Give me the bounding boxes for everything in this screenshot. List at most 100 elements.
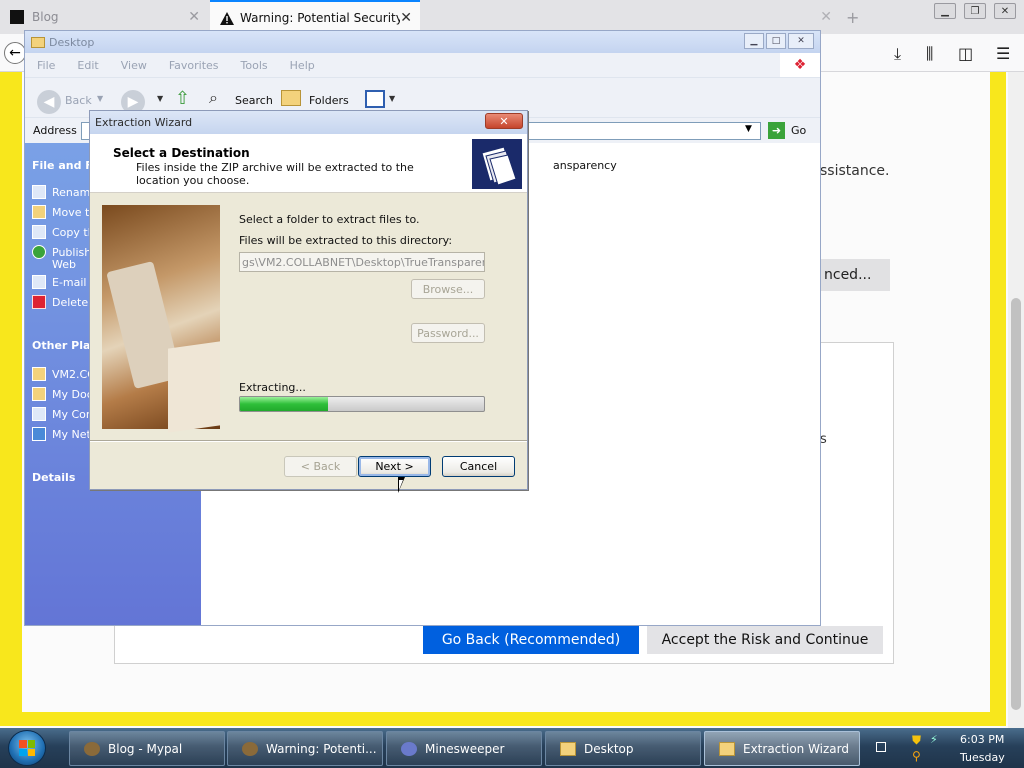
close-icon[interactable]: ✕ <box>994 3 1016 19</box>
explorer-title: Desktop <box>49 35 95 49</box>
address-dropdown-icon[interactable]: ▼ <box>745 124 752 134</box>
taskbar-item-warning[interactable]: Warning: Potenti... <box>227 731 383 766</box>
close-icon[interactable]: ✕ <box>485 113 523 129</box>
back-button[interactable]: < Back <box>284 456 357 477</box>
task-copy[interactable]: Copy th <box>32 225 92 239</box>
task-label: Web <box>52 258 76 271</box>
minimize-icon[interactable]: ▁ <box>744 33 764 49</box>
new-tab-plus-icon[interactable]: + <box>846 0 870 34</box>
task-publish[interactable]: Publish <box>32 245 92 259</box>
menu-favorites[interactable]: Favorites <box>169 59 219 72</box>
taskbar-item-blog[interactable]: Blog - Mypal <box>69 731 225 766</box>
views-icon[interactable] <box>365 90 385 108</box>
sidebar-icon[interactable]: ◫ <box>958 44 973 63</box>
close-icon[interactable]: ✕ <box>788 33 814 49</box>
task-rename[interactable]: Renam <box>32 185 92 199</box>
advanced-button[interactable]: nced... <box>820 259 890 291</box>
go-button[interactable]: ➜ Go <box>768 122 806 139</box>
task-move[interactable]: Move t <box>32 205 92 219</box>
place-label: VM2.CO <box>52 367 92 381</box>
menu-file[interactable]: File <box>37 59 55 72</box>
task-email[interactable]: E-mail <box>32 275 92 289</box>
taskbar-item-label: Desktop <box>584 741 634 756</box>
computer-icon <box>32 407 46 421</box>
clock-day[interactable]: Tuesday <box>960 751 1005 764</box>
up-folder-icon[interactable]: ⇧ <box>175 88 190 109</box>
wizard-titlebar[interactable]: Extraction Wizard ✕ <box>90 111 527 134</box>
forward-dropdown-icon[interactable]: ▼ <box>157 94 163 103</box>
tab-close-icon[interactable]: ✕ <box>188 9 200 25</box>
wizard-side-image <box>102 205 220 433</box>
back-button-label[interactable]: Back <box>65 94 92 107</box>
back-dropdown-icon[interactable]: ▼ <box>97 94 103 103</box>
menu-edit[interactable]: Edit <box>77 59 98 72</box>
menu-help[interactable]: Help <box>290 59 315 72</box>
mypal-icon <box>242 741 258 756</box>
warning-border-bottom <box>0 712 1006 726</box>
folder-icon <box>32 367 46 381</box>
file-item-label[interactable]: ansparency <box>553 159 617 172</box>
views-dropdown-icon[interactable]: ▼ <box>389 94 395 103</box>
network-icon <box>32 427 46 441</box>
browser-tab-3[interactable] <box>422 0 628 34</box>
folder-icon <box>31 36 45 48</box>
browser-tab-4[interactable]: ✕ <box>630 0 840 34</box>
go-back-button[interactable]: Go Back (Recommended) <box>423 626 639 654</box>
back-arrow-icon[interactable]: ← <box>4 42 26 64</box>
taskbar-item-label: Minesweeper <box>425 741 505 756</box>
accept-risk-button[interactable]: Accept the Risk and Continue <box>647 626 883 654</box>
restore-icon[interactable]: ❐ <box>964 3 986 19</box>
browser-tab-warning[interactable]: Warning: Potential Security R ✕ <box>210 0 420 34</box>
extraction-progress-bar <box>239 396 485 412</box>
keyboard-icon[interactable] <box>876 742 886 752</box>
address-label: Address <box>33 124 77 137</box>
next-button[interactable]: Next > <box>358 456 431 477</box>
task-label: E-mail <box>52 275 87 289</box>
password-button[interactable]: Password... <box>411 323 485 343</box>
select-folder-text: Select a folder to extract files to. <box>239 213 420 226</box>
extraction-wizard-dialog: Extraction Wizard ✕ Select a Destination… <box>89 110 528 490</box>
folders-button[interactable]: Folders <box>309 94 349 107</box>
maximize-icon[interactable]: □ <box>766 33 786 49</box>
taskbar-item-minesweeper[interactable]: Minesweeper <box>386 731 542 766</box>
cancel-button[interactable]: Cancel <box>442 456 515 477</box>
search-icon[interactable]: ⌕ <box>209 88 218 108</box>
warning-border-left <box>0 72 22 712</box>
search-icon[interactable]: ⚲ <box>912 749 921 763</box>
rename-icon <box>32 185 46 199</box>
place-my-network[interactable]: My Net <box>32 427 92 441</box>
minimize-icon[interactable]: ▁ <box>934 3 956 19</box>
search-button[interactable]: Search <box>235 94 273 107</box>
menu-hamburger-icon[interactable]: ☰ <box>996 44 1010 63</box>
security-shield-icon[interactable]: ⛊ <box>912 733 921 748</box>
browse-button[interactable]: Browse... <box>411 279 485 299</box>
place-my-computer[interactable]: My Cor <box>32 407 92 421</box>
menu-tools[interactable]: Tools <box>241 59 268 72</box>
network-icon[interactable]: ⚡ <box>930 733 938 746</box>
place-vm2[interactable]: VM2.CO <box>32 367 92 381</box>
destination-path-field[interactable]: gs\VM2.COLLABNET\Desktop\TrueTransparenc… <box>239 252 485 272</box>
browser-tab-blog[interactable]: Blog ✕ <box>0 0 208 34</box>
explorer-titlebar[interactable]: Desktop ▁ □ ✕ <box>25 31 820 53</box>
library-icon[interactable]: ⫼ <box>926 44 933 64</box>
menu-view[interactable]: View <box>121 59 147 72</box>
place-my-documents[interactable]: My Doc <box>32 387 92 401</box>
taskbar-item-extraction-wizard[interactable]: Extraction Wizard <box>704 731 860 766</box>
extracting-status: Extracting... <box>239 381 306 394</box>
page-scrollbar-thumb[interactable] <box>1011 298 1021 710</box>
extract-dir-label: Files will be extracted to this director… <box>239 234 453 247</box>
taskbar-item-desktop[interactable]: Desktop <box>545 731 701 766</box>
details-heading[interactable]: Details <box>32 471 75 484</box>
minesweeper-icon <box>401 741 417 756</box>
back-arrow-icon[interactable]: ◀ <box>37 90 61 114</box>
page-text-fragment: s <box>820 432 827 447</box>
task-delete[interactable]: Delete <box>32 295 92 309</box>
folders-icon[interactable] <box>281 90 301 106</box>
start-button[interactable] <box>8 730 46 766</box>
task-label: Publish <box>52 245 92 259</box>
tab-close-icon[interactable]: ✕ <box>400 10 412 26</box>
globe-icon <box>32 245 46 259</box>
tab-close-icon[interactable]: ✕ <box>820 9 832 25</box>
clock-time[interactable]: 6:03 PM <box>960 733 1004 746</box>
download-icon[interactable]: ⤓ <box>894 44 901 64</box>
